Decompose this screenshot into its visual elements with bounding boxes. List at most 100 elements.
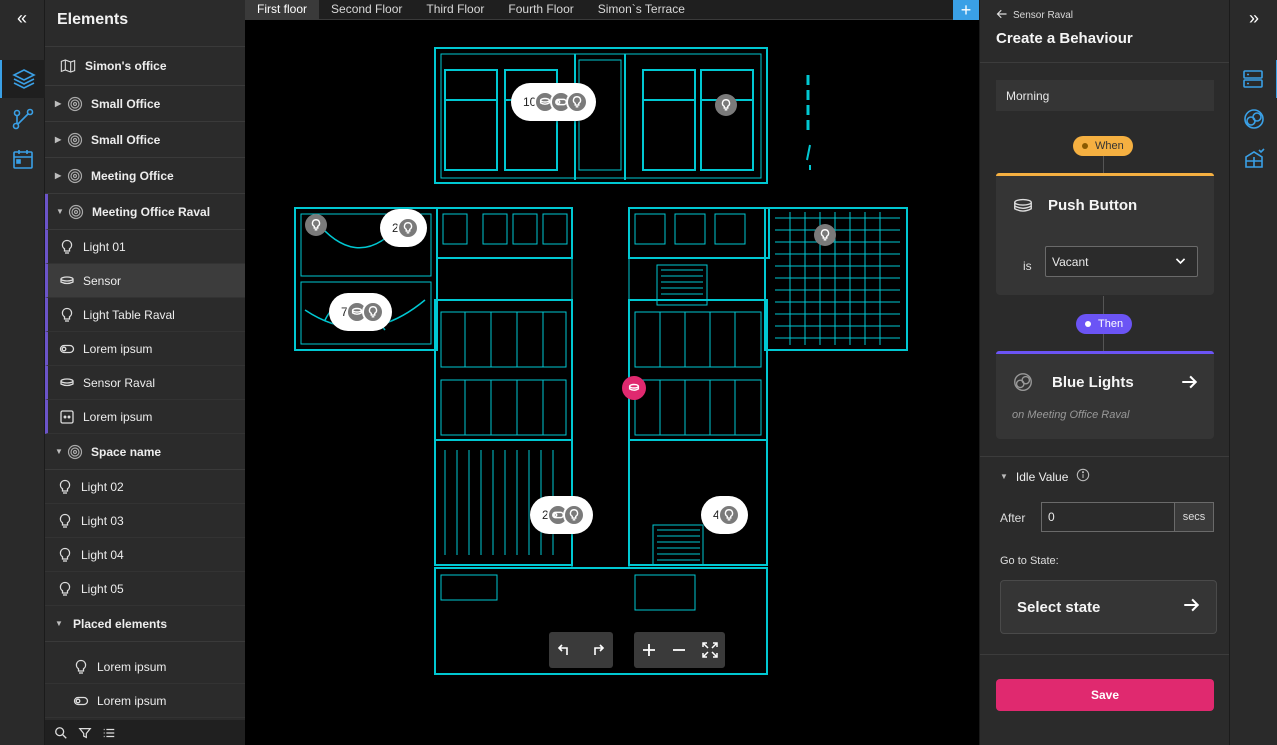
- elements-panel: Elements Simon's office ▶ Small Office ▶…: [45, 0, 245, 745]
- bulb-icon: [57, 306, 77, 324]
- panel-toolbar: [45, 720, 245, 745]
- tab-second-floor[interactable]: Second Floor: [319, 0, 414, 20]
- bulb-icon[interactable]: [305, 214, 327, 236]
- space-label: Space name: [91, 444, 162, 459]
- floor-plan-canvas[interactable]: 10 2 7 2 4: [245, 20, 979, 745]
- placed-elements-header[interactable]: ▼ Placed elements: [45, 606, 245, 642]
- space-icon: [65, 131, 85, 149]
- then-label: Then: [1098, 318, 1124, 330]
- space-row[interactable]: ▶ Meeting Office: [45, 158, 245, 194]
- calendar-icon[interactable]: [0, 140, 45, 178]
- chevrons-left-icon[interactable]: «: [11, 8, 33, 28]
- behaviour-name-input[interactable]: [996, 80, 1214, 111]
- card-accent: [996, 173, 1214, 176]
- device-cluster[interactable]: 2: [380, 209, 427, 247]
- building-row[interactable]: Simon's office: [45, 46, 245, 86]
- push-button-icon: [1012, 195, 1034, 222]
- bulb-icon[interactable]: [715, 94, 737, 116]
- device-cluster[interactable]: 7: [329, 293, 392, 331]
- undo-icon[interactable]: [553, 638, 577, 662]
- fullscreen-icon[interactable]: [698, 638, 722, 662]
- caret-right-icon[interactable]: ▶: [55, 99, 65, 108]
- idle-seconds-input[interactable]: [1041, 502, 1175, 532]
- action-location: on Meeting Office Raval: [1012, 409, 1130, 421]
- select-state-button[interactable]: Select state: [1000, 580, 1217, 634]
- element-row[interactable]: Light 04: [45, 538, 245, 572]
- action-card[interactable]: Blue Lights on Meeting Office Raval: [996, 351, 1214, 439]
- tab-fourth-floor[interactable]: Fourth Floor: [496, 0, 585, 20]
- device-cluster[interactable]: 2: [530, 496, 593, 534]
- tab-first-floor[interactable]: First floor: [245, 0, 320, 20]
- behaviour-panel: Sensor Raval Create a Behaviour When Pus…: [979, 0, 1230, 745]
- trigger-state-select[interactable]: Vacant: [1045, 246, 1198, 277]
- filter-icon[interactable]: [77, 725, 93, 741]
- right-rail: »: [1229, 0, 1277, 745]
- caret-down-icon[interactable]: ▼: [55, 447, 65, 456]
- floor-tabs: First floor Second Floor Third Floor Fou…: [245, 0, 979, 20]
- idle-title: Idle Value: [1015, 469, 1069, 484]
- element-row[interactable]: Light 03: [45, 504, 245, 538]
- element-row[interactable]: Light Table Raval: [45, 298, 245, 332]
- zoom-in-icon[interactable]: [637, 638, 661, 662]
- scenes-icon[interactable]: [1230, 100, 1277, 138]
- info-icon[interactable]: [1076, 468, 1090, 485]
- panel-title: Create a Behaviour: [996, 30, 1133, 47]
- caret-down-icon: ▼: [1000, 472, 1008, 481]
- server-icon[interactable]: [1230, 60, 1277, 98]
- element-row[interactable]: Lorem ipsum: [45, 400, 245, 434]
- search-icon[interactable]: [53, 725, 69, 741]
- then-badge: Then: [1076, 314, 1133, 334]
- back-link[interactable]: Sensor Raval: [996, 8, 1073, 23]
- placed-element-row[interactable]: Lorem ipsum: [45, 684, 245, 718]
- arrow-right-icon: [1182, 596, 1200, 618]
- caret-down-icon[interactable]: ▼: [55, 619, 65, 628]
- expanded-space-row[interactable]: ▼ Space name: [45, 434, 245, 470]
- caret-right-icon[interactable]: ▶: [55, 171, 65, 180]
- chevron-down-icon: [1174, 254, 1187, 270]
- element-row[interactable]: Sensor Raval: [45, 366, 245, 400]
- element-label: Lorem ipsum: [97, 693, 167, 708]
- sensor-icon: [57, 272, 77, 290]
- space-icon: [65, 167, 85, 185]
- device-cluster[interactable]: 4: [701, 496, 748, 534]
- placed-element-row[interactable]: Lorem ipsum: [45, 650, 245, 684]
- list-icon[interactable]: [101, 725, 117, 741]
- add-floor-button[interactable]: +: [953, 0, 979, 20]
- space-row[interactable]: ▶ Small Office: [45, 86, 245, 122]
- space-label: Meeting Office Raval: [92, 204, 211, 219]
- selected-sensor-marker[interactable]: [622, 376, 646, 400]
- element-label: Light 01: [83, 239, 126, 254]
- expanded-space-row[interactable]: ▼ Meeting Office Raval: [45, 194, 245, 230]
- chevrons-right-icon[interactable]: »: [1244, 8, 1264, 28]
- save-button[interactable]: Save: [996, 679, 1214, 711]
- element-row[interactable]: Sensor: [45, 264, 245, 298]
- space-icon: [65, 443, 85, 461]
- idle-value-header[interactable]: ▼ Idle Value: [1000, 468, 1090, 485]
- element-label: Light 03: [81, 513, 124, 528]
- element-row[interactable]: Light 05: [45, 572, 245, 606]
- layers-icon[interactable]: [0, 60, 45, 98]
- caret-down-icon[interactable]: ▼: [56, 207, 66, 216]
- element-row[interactable]: Lorem ipsum: [45, 332, 245, 366]
- building-label: Simon's office: [85, 59, 167, 73]
- zoom-out-icon[interactable]: [667, 638, 691, 662]
- element-row[interactable]: Light 01: [45, 230, 245, 264]
- tab-third-floor[interactable]: Third Floor: [414, 0, 496, 20]
- arrow-left-icon: [996, 8, 1008, 23]
- redo-icon[interactable]: [585, 638, 609, 662]
- element-row[interactable]: Light 02: [45, 470, 245, 504]
- element-label: Lorem ipsum: [83, 341, 153, 356]
- app-root: « Elements Simon's office ▶ Small Office…: [0, 0, 1277, 745]
- automation-icon[interactable]: [1230, 140, 1277, 178]
- tab-terrace[interactable]: Simon`s Terrace: [586, 0, 697, 20]
- graph-icon[interactable]: [0, 100, 45, 138]
- space-row[interactable]: ▶ Small Office: [45, 122, 245, 158]
- device-cluster[interactable]: 10: [511, 83, 597, 121]
- space-label: Meeting Office: [91, 168, 174, 183]
- caret-right-icon[interactable]: ▶: [55, 135, 65, 144]
- trigger-title: Push Button: [1048, 197, 1138, 214]
- bulb-icon: [55, 478, 75, 496]
- element-label: Light 04: [81, 547, 124, 562]
- bulb-icon[interactable]: [814, 224, 836, 246]
- divider: [980, 62, 1230, 63]
